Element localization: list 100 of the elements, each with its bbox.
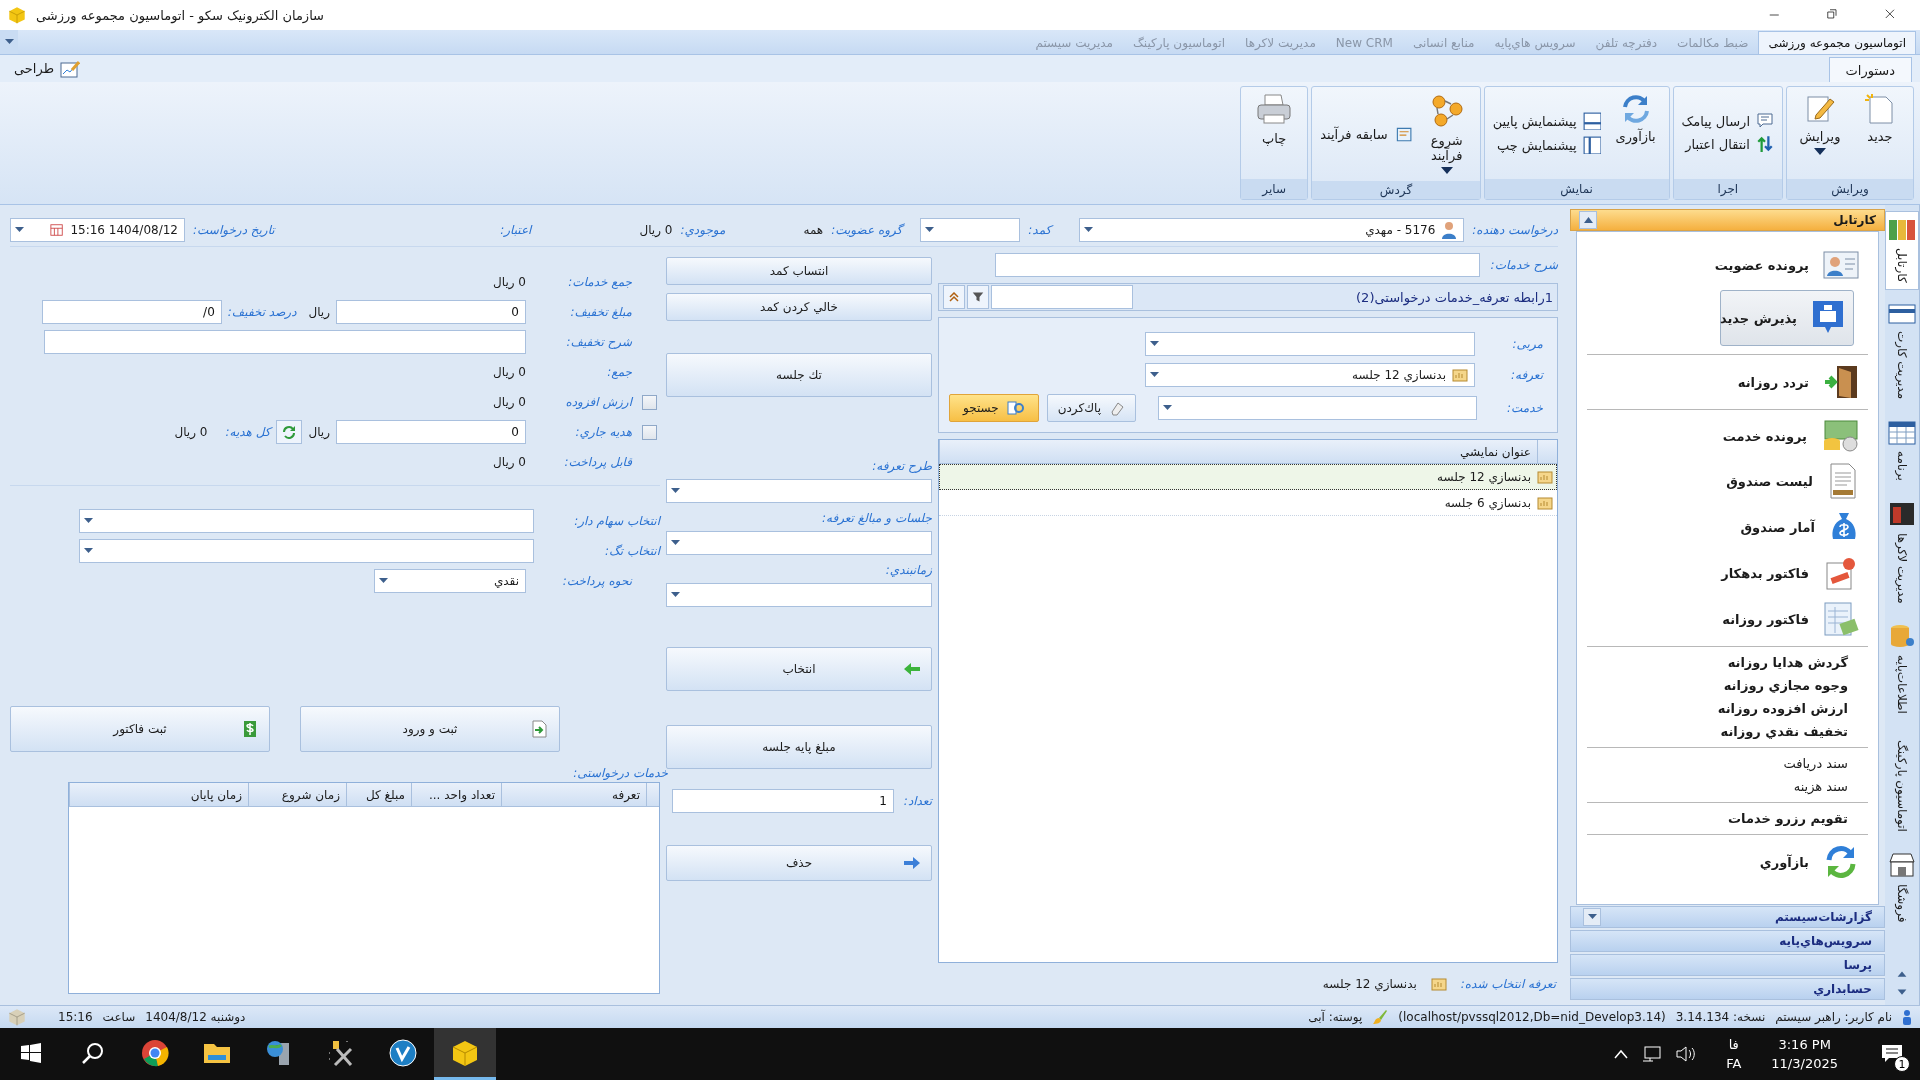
table-row[interactable]: بدنسازي 12 جلسه bbox=[939, 464, 1557, 490]
menu-item[interactable]: سند دریافت bbox=[1587, 752, 1868, 775]
menu-item[interactable]: وجوه مجازي روزانه bbox=[1587, 674, 1868, 697]
menu-item[interactable]: بازآوري bbox=[1587, 839, 1868, 885]
dropdown-field[interactable] bbox=[1145, 332, 1475, 356]
menu-item[interactable]: آمار صندوق bbox=[1587, 504, 1868, 550]
ribbon-button[interactable]: چاپ bbox=[1249, 91, 1300, 175]
ribbon-button[interactable]: ویرایش bbox=[1795, 91, 1845, 175]
close-icon[interactable] bbox=[1885, 9, 1897, 21]
dropdown-field[interactable] bbox=[79, 509, 534, 533]
menu-item[interactable]: لیست صندوق bbox=[1587, 458, 1868, 504]
ribbon-button[interactable]: سابقه فرآیند bbox=[1320, 125, 1412, 143]
dropdown-field[interactable]: نقدي bbox=[374, 569, 526, 593]
menu-item[interactable]: تخفیف نقدي روزانه bbox=[1587, 720, 1868, 743]
dropdown-field[interactable] bbox=[79, 539, 534, 563]
ribbon-button[interactable]: پیشنمایش چپ bbox=[1492, 136, 1601, 154]
menu-item[interactable]: تردد روزانه bbox=[1587, 359, 1868, 405]
input-field[interactable]: 0/ bbox=[41, 300, 222, 324]
search-button[interactable]: جستجو bbox=[949, 394, 1039, 422]
column-header[interactable]: زمان پایان bbox=[69, 783, 248, 806]
caret-icon bbox=[379, 578, 388, 584]
menu-item[interactable]: تقویم رزرو خدمات bbox=[1587, 807, 1868, 830]
dropdown-field[interactable]: بدنسازي 12 جلسه bbox=[1145, 363, 1475, 387]
network-icon[interactable] bbox=[1642, 1045, 1663, 1063]
refresh-button[interactable] bbox=[276, 420, 303, 444]
single-session-button[interactable]: تك جلسه bbox=[666, 353, 932, 397]
status-date: دوشنبه 1404/8/12 bbox=[145, 1010, 246, 1024]
menu-item[interactable]: گردش هدایا روزانه bbox=[1587, 651, 1868, 674]
ribbon-button[interactable]: انتقال اعتبار bbox=[1681, 135, 1774, 153]
side-tab[interactable]: فروشگا bbox=[1884, 845, 1919, 930]
clear-button[interactable]: پاك‌کردن bbox=[1046, 394, 1137, 422]
dropdown-field[interactable] bbox=[666, 583, 932, 607]
ribbon-tab[interactable]: دستورات bbox=[1828, 57, 1912, 82]
section-header[interactable]: سرویس‌هاي‌پایه bbox=[1570, 930, 1885, 952]
save-enter-button[interactable]: ثبت و ورود bbox=[300, 706, 560, 752]
menu-item[interactable]: فاکتور بدهکار bbox=[1587, 550, 1868, 596]
ribbon-button[interactable]: پیشنمایش پایین bbox=[1492, 112, 1601, 130]
column-header[interactable]: تعداد واحد ... bbox=[411, 783, 501, 806]
collapse-button[interactable] bbox=[1579, 211, 1597, 229]
menu-item[interactable]: پرونده عضویت bbox=[1587, 244, 1868, 286]
input-field[interactable]: 0 bbox=[336, 420, 526, 444]
menu-item[interactable]: فاکتور روزانه bbox=[1587, 596, 1868, 642]
menu-item[interactable]: ارزش افزوده روزانه bbox=[1587, 697, 1868, 720]
brush-icon bbox=[1372, 1009, 1389, 1025]
menu-item[interactable]: پذیرش جدید bbox=[1719, 290, 1854, 346]
side-tab[interactable]: مدیریت کارت bbox=[1884, 295, 1919, 406]
restore-icon[interactable] bbox=[1827, 9, 1839, 21]
filter-button[interactable] bbox=[967, 285, 989, 309]
checkbox[interactable] bbox=[641, 394, 657, 410]
dropdown-field[interactable]: 5176 - مهدي bbox=[1079, 217, 1465, 242]
caret-icon bbox=[1587, 914, 1597, 920]
search-icon bbox=[1006, 400, 1025, 416]
delete-button[interactable]: حذف bbox=[666, 845, 932, 881]
empty-locker-button[interactable]: خالي کردن کمد bbox=[666, 293, 932, 321]
input-field[interactable]: 1 bbox=[672, 789, 894, 813]
ribbon-button[interactable]: شروع فرآیند bbox=[1421, 91, 1472, 177]
side-tab[interactable]: اطلاعات‌پایه bbox=[1884, 616, 1919, 722]
side-tab[interactable]: برنامه bbox=[1884, 411, 1919, 488]
group-title: ویرایش bbox=[1787, 179, 1913, 199]
date-field[interactable]: 1404/08/12 15:16 bbox=[10, 217, 185, 242]
column-header[interactable]: زمان شروع bbox=[248, 783, 346, 806]
assign-locker-button[interactable]: انتساب کمد bbox=[666, 257, 932, 285]
caret-icon bbox=[84, 548, 93, 554]
filter-field[interactable] bbox=[991, 285, 1133, 309]
field-label: هدیه جاري: bbox=[574, 425, 632, 439]
side-pane-icon bbox=[1582, 136, 1601, 154]
side-tab[interactable]: کارتابل bbox=[1884, 211, 1919, 290]
base-price-button[interactable]: مبلغ پایه جلسه bbox=[666, 725, 932, 769]
section-header[interactable]: حسابداري bbox=[1570, 978, 1885, 1000]
collapse-button[interactable] bbox=[943, 285, 965, 309]
dropdown-field[interactable] bbox=[666, 479, 932, 503]
save-invoice-button[interactable]: ثبت فاکتور bbox=[10, 706, 270, 752]
ribbon-button[interactable]: ارسال پیامک bbox=[1681, 113, 1774, 129]
design-button[interactable]: طراحی bbox=[10, 57, 84, 80]
section-header[interactable]: پرسا bbox=[1570, 954, 1885, 976]
taskbar-app[interactable] bbox=[434, 1028, 496, 1080]
menu-item[interactable]: پرونده خدمت bbox=[1587, 414, 1868, 458]
dropdown-field[interactable] bbox=[920, 217, 1021, 242]
input-field[interactable]: 0 bbox=[336, 300, 526, 324]
dropdown-field[interactable] bbox=[666, 531, 932, 555]
module-tab[interactable]: اتوماسیون مجموعه ورزشی bbox=[1758, 31, 1916, 54]
checkbox[interactable] bbox=[641, 424, 657, 440]
input-field[interactable] bbox=[995, 253, 1480, 277]
section-header[interactable]: گزارشات‌سیستم bbox=[1570, 906, 1885, 928]
menu-item[interactable]: سند هزینه bbox=[1587, 775, 1868, 798]
field-label: انتخاب سهام دار: bbox=[573, 514, 660, 528]
input-field[interactable] bbox=[44, 330, 526, 354]
dropdown-field[interactable] bbox=[1158, 396, 1478, 420]
side-tab[interactable]: مدیریت لاکرها bbox=[1884, 493, 1919, 611]
double-up-icon bbox=[949, 292, 959, 302]
volume-icon[interactable] bbox=[1676, 1045, 1697, 1063]
clock[interactable]: 3:16 PM 11/3/2025 bbox=[1771, 1037, 1838, 1071]
select-button[interactable]: انتخاب bbox=[666, 647, 932, 691]
column-header[interactable]: تعرفه bbox=[501, 783, 646, 806]
chevron-up-icon[interactable] bbox=[1614, 1049, 1629, 1059]
ribbon-button[interactable]: جدید bbox=[1855, 91, 1905, 175]
side-tab[interactable]: اتوماسیون پارکینگ bbox=[1884, 727, 1919, 840]
ribbon-button[interactable]: بازآوری bbox=[1610, 91, 1661, 175]
column-header[interactable]: مبلغ کل bbox=[346, 783, 411, 806]
caret-icon bbox=[671, 488, 680, 494]
